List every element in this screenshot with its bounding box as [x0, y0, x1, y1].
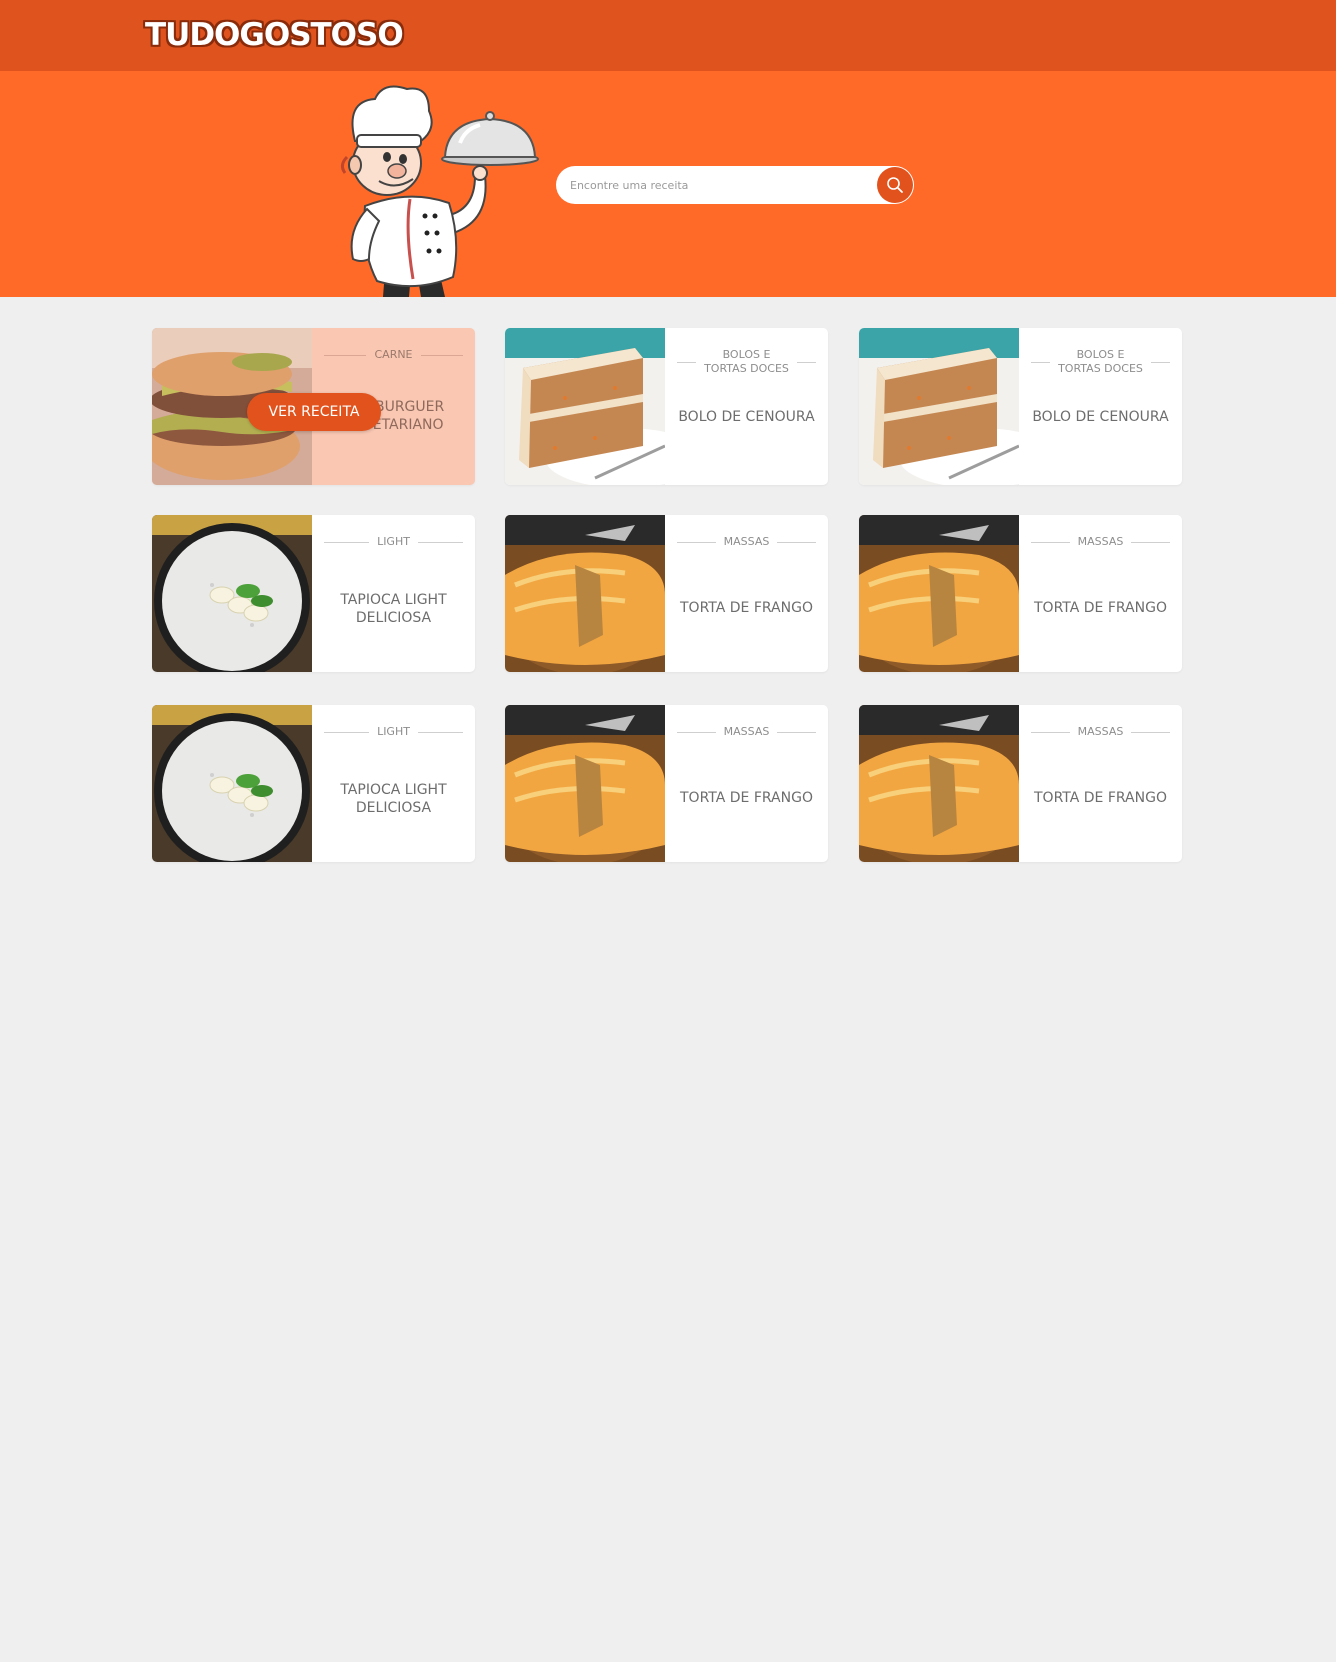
- divider: [1031, 541, 1070, 543]
- recipe-category: LIGHT: [324, 535, 464, 549]
- view-recipe-button[interactable]: VER RECEITA: [247, 393, 381, 431]
- recipe-card[interactable]: CARNE HAMBURGUER VEGETARIANO VER RECEITA: [152, 328, 475, 485]
- recipe-category-label: MASSAS: [1077, 725, 1124, 738]
- divider: [1031, 731, 1070, 733]
- site-logo[interactable]: TUDOGOSTOSO: [145, 17, 404, 53]
- recipe-card[interactable]: MASSAS TORTA DE FRANGO: [505, 515, 828, 672]
- search-button[interactable]: [877, 167, 913, 203]
- recipe-card[interactable]: LIGHT TAPIOCA LIGHT DELICIOSA: [152, 705, 475, 862]
- divider: [324, 731, 370, 733]
- divider: [417, 731, 464, 733]
- hero-banner: [0, 71, 1336, 297]
- recipe-image[interactable]: [859, 705, 1019, 862]
- divider: [417, 541, 464, 543]
- recipe-image[interactable]: [505, 705, 665, 862]
- recipe-card[interactable]: LIGHT TAPIOCA LIGHT DELICIOSA: [152, 515, 475, 672]
- recipe-image[interactable]: [859, 515, 1019, 672]
- recipe-category: BOLOS E TORTAS DOCES: [1031, 348, 1170, 376]
- recipe-info: MASSAS TORTA DE FRANGO: [665, 515, 828, 672]
- search-input[interactable]: [570, 166, 860, 204]
- recipe-category-label: MASSAS: [723, 725, 770, 738]
- recipe-category-label: LIGHT: [377, 725, 410, 738]
- recipe-info: MASSAS TORTA DE FRANGO: [1019, 705, 1182, 862]
- divider: [677, 541, 716, 543]
- recipe-card[interactable]: MASSAS TORTA DE FRANGO: [859, 705, 1182, 862]
- recipe-title[interactable]: TORTA DE FRANGO: [673, 789, 820, 807]
- divider: [1031, 361, 1051, 363]
- divider: [324, 354, 367, 356]
- recipe-title[interactable]: TORTA DE FRANGO: [1027, 599, 1174, 617]
- search-icon: [887, 177, 903, 193]
- divider: [1131, 541, 1171, 543]
- recipe-title[interactable]: TORTA DE FRANGO: [673, 599, 820, 617]
- divider: [777, 541, 817, 543]
- recipe-info: LIGHT TAPIOCA LIGHT DELICIOSA: [312, 705, 475, 862]
- recipe-image[interactable]: [505, 328, 665, 485]
- divider: [1131, 731, 1171, 733]
- recipe-category: MASSAS: [677, 535, 817, 549]
- recipe-title[interactable]: TAPIOCA LIGHT DELICIOSA: [320, 591, 467, 627]
- recipe-title[interactable]: BOLO DE CENOURA: [1027, 408, 1174, 426]
- recipe-title[interactable]: TAPIOCA LIGHT DELICIOSA: [320, 781, 467, 817]
- recipe-image[interactable]: [152, 705, 312, 862]
- logo-text: TUDOGOSTOSO: [145, 17, 404, 53]
- recipe-title[interactable]: BOLO DE CENOURA: [673, 408, 820, 426]
- chef-illustration: [340, 85, 539, 297]
- recipe-card[interactable]: MASSAS TORTA DE FRANGO: [859, 515, 1182, 672]
- recipe-card[interactable]: MASSAS TORTA DE FRANGO: [505, 705, 828, 862]
- recipe-image[interactable]: [152, 515, 312, 672]
- divider: [677, 361, 697, 363]
- recipe-card[interactable]: BOLOS E TORTAS DOCES BOLO DE CENOURA: [859, 328, 1182, 485]
- recipe-category: MASSAS: [1031, 725, 1171, 739]
- recipe-category-label: BOLOS E TORTAS DOCES: [704, 348, 789, 375]
- recipe-category-label: CARNE: [374, 348, 413, 361]
- recipe-category: CARNE: [324, 348, 463, 362]
- recipe-category: MASSAS: [677, 725, 817, 739]
- divider: [677, 731, 716, 733]
- recipe-category: LIGHT: [324, 725, 464, 739]
- top-bar: TUDOGOSTOSO: [0, 0, 1336, 71]
- recipe-category-label: MASSAS: [723, 535, 770, 548]
- recipe-category-label: MASSAS: [1077, 535, 1124, 548]
- recipe-info: MASSAS TORTA DE FRANGO: [665, 705, 828, 862]
- search-box: [556, 166, 914, 204]
- recipe-card[interactable]: BOLOS E TORTAS DOCES BOLO DE CENOURA: [505, 328, 828, 485]
- recipe-category-label: BOLOS E TORTAS DOCES: [1058, 348, 1143, 375]
- recipe-image[interactable]: [859, 328, 1019, 485]
- divider: [1150, 361, 1170, 363]
- divider: [777, 731, 817, 733]
- recipe-info: BOLOS E TORTAS DOCES BOLO DE CENOURA: [1019, 328, 1182, 485]
- recipe-image[interactable]: [505, 515, 665, 672]
- recipe-info: BOLOS E TORTAS DOCES BOLO DE CENOURA: [665, 328, 828, 485]
- recipe-title[interactable]: TORTA DE FRANGO: [1027, 789, 1174, 807]
- divider: [324, 541, 370, 543]
- divider: [420, 354, 463, 356]
- recipe-category-label: LIGHT: [377, 535, 410, 548]
- recipe-info: MASSAS TORTA DE FRANGO: [1019, 515, 1182, 672]
- recipe-info: LIGHT TAPIOCA LIGHT DELICIOSA: [312, 515, 475, 672]
- recipe-category: MASSAS: [1031, 535, 1171, 549]
- divider: [796, 361, 816, 363]
- recipe-category: BOLOS E TORTAS DOCES: [677, 348, 816, 376]
